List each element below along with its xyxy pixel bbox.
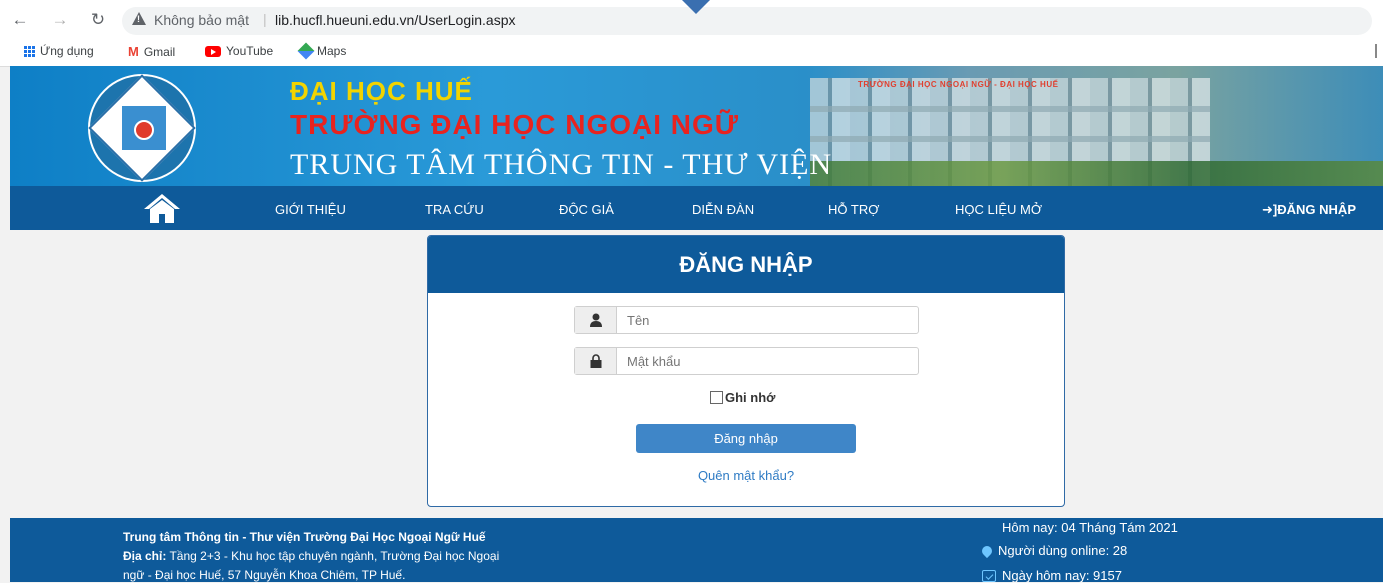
- lock-icon: [590, 354, 602, 368]
- banner-line-center: TRUNG TÂM THÔNG TIN - THƯ VIỆN: [290, 148, 833, 181]
- security-label[interactable]: Không bảo mật: [154, 12, 249, 28]
- forgot-password-link[interactable]: Quên mật khẩu?: [428, 468, 1064, 483]
- login-title: ĐĂNG NHẬP: [679, 252, 813, 277]
- address-label: Địa chỉ:: [123, 549, 167, 563]
- calendar-check-icon: [982, 569, 996, 582]
- login-arrow-icon: ➜]: [1262, 202, 1278, 217]
- footer-today: Ngày hôm nay: 9157: [982, 568, 1122, 583]
- nav-login-label: ĐĂNG NHẬP: [1277, 202, 1356, 217]
- username-input[interactable]: [625, 310, 909, 330]
- trees-photo: [810, 161, 1383, 186]
- remember-label: Ghi nhớ: [725, 390, 776, 405]
- university-logo[interactable]: [88, 74, 196, 182]
- user-icon: [590, 313, 602, 327]
- today-visits: Ngày hôm nay: 9157: [1002, 568, 1122, 583]
- maps-icon: [297, 42, 315, 60]
- nav-item-dien-dan[interactable]: DIỄN ĐÀN: [692, 202, 754, 217]
- bookmark-youtube[interactable]: YouTube: [205, 44, 273, 58]
- password-field[interactable]: [574, 347, 919, 375]
- footer-address: Địa chỉ: Tầng 2+3 - Khu học tập chuyên n…: [123, 549, 499, 563]
- footer-title: Trung tâm Thông tin - Thư viện Trường Đạ…: [123, 530, 486, 544]
- login-panel-header: ĐĂNG NHẬP: [428, 236, 1064, 293]
- nav-item-hoc-lieu-mo[interactable]: HỌC LIỆU MỞ: [955, 202, 1042, 217]
- gmail-icon: M: [128, 44, 139, 59]
- pointer-arrow-icon: [682, 0, 710, 14]
- building-sign: TRƯỜNG ĐẠI HỌC NGOẠI NGỮ - ĐẠI HỌC HUẾ: [858, 80, 1059, 89]
- address-line-1: Tầng 2+3 - Khu học tập chuyên ngành, Trư…: [166, 549, 500, 563]
- bookmarks-overflow-icon[interactable]: [1375, 44, 1377, 58]
- password-addon: [575, 348, 617, 374]
- site-banner: TRƯỜNG ĐẠI HỌC NGOẠI NGỮ - ĐẠI HỌC HUẾ Đ…: [10, 66, 1383, 186]
- building-floor: [810, 106, 1210, 112]
- bookmark-gmail[interactable]: M Gmail: [128, 44, 175, 59]
- bookmark-maps[interactable]: Maps: [297, 42, 347, 60]
- login-panel: ĐĂNG NHẬP Ghi nhớ Đăng nhập Quên mật khẩ…: [427, 235, 1065, 507]
- banner-line-university: ĐẠI HỌC HUẾ: [290, 76, 473, 106]
- home-icon[interactable]: [142, 192, 182, 224]
- nav-item-gioi-thieu[interactable]: GIỚI THIỆU: [275, 202, 346, 217]
- footer-date: Hôm nay: 04 Tháng Tám 2021: [1002, 520, 1178, 535]
- back-arrow-icon[interactable]: ←: [10, 10, 30, 30]
- bookmark-label: Ứng dụng: [40, 44, 94, 58]
- bookmarks-bar: Ứng dụng M Gmail YouTube Maps: [0, 40, 1383, 64]
- username-field[interactable]: [574, 306, 919, 334]
- location-pin-icon: [979, 543, 995, 558]
- nav-item-tra-cuu[interactable]: TRA CỨU: [425, 202, 484, 217]
- warning-icon[interactable]: [132, 12, 146, 25]
- remember-me[interactable]: Ghi nhớ: [710, 390, 775, 405]
- site-footer: Trung tâm Thông tin - Thư viện Trường Đạ…: [10, 518, 1383, 583]
- youtube-icon: [205, 45, 221, 57]
- nav-item-ho-tro[interactable]: HỖ TRỢ: [828, 202, 879, 217]
- bookmark-label: YouTube: [226, 44, 274, 58]
- reload-icon[interactable]: ↻: [88, 10, 108, 30]
- nav-login-link[interactable]: ➜]ĐĂNG NHẬP: [1262, 202, 1356, 218]
- main-nav: GIỚI THIỆU TRA CỨU ĐỘC GIẢ DIỄN ĐÀN HỖ T…: [10, 186, 1383, 230]
- password-input[interactable]: [625, 351, 909, 371]
- address-line-2: ngữ - Đại học Huế, 57 Nguyễn Khoa Chiêm,…: [123, 568, 406, 582]
- bookmark-label: Maps: [317, 44, 347, 58]
- bookmark-label: Gmail: [143, 44, 176, 59]
- forward-arrow-icon[interactable]: →: [50, 10, 70, 30]
- online-count: Người dùng online: 28: [998, 543, 1128, 558]
- logo-emblem: [134, 120, 154, 140]
- login-button[interactable]: Đăng nhập: [636, 424, 856, 453]
- address-separator: |: [263, 11, 267, 27]
- remember-checkbox[interactable]: [710, 391, 723, 404]
- nav-item-doc-gia[interactable]: ĐỘC GIẢ: [559, 202, 614, 217]
- username-addon: [575, 307, 617, 333]
- bookmark-apps[interactable]: Ứng dụng: [24, 44, 94, 58]
- apps-icon: [24, 45, 35, 57]
- building-floor: [810, 136, 1210, 142]
- address-bar[interactable]: Không bảo mật | lib.hucfl.hueuni.edu.vn/…: [122, 7, 1372, 35]
- banner-line-school: TRƯỜNG ĐẠI HỌC NGOẠI NGỮ: [290, 109, 740, 140]
- url-text[interactable]: lib.hucfl.hueuni.edu.vn/UserLogin.aspx: [275, 12, 516, 28]
- footer-online: Người dùng online: 28: [979, 543, 1128, 558]
